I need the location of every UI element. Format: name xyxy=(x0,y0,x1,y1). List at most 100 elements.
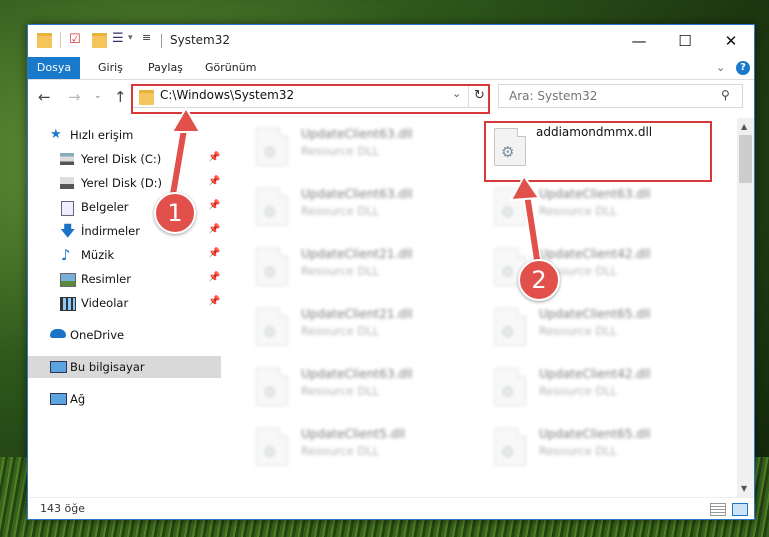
sidebar-item-label: Ağ xyxy=(70,392,86,406)
sidebar-item-pictures[interactable]: Resimler 📌 xyxy=(28,268,221,290)
back-arrow-icon[interactable]: ← xyxy=(38,88,51,106)
tab-file[interactable]: Dosya xyxy=(28,57,80,79)
close-button[interactable]: ✕ xyxy=(708,25,754,57)
file-name: UpdateClient63.dll xyxy=(539,187,651,201)
dll-file-icon: ⚙ xyxy=(494,308,526,346)
sidebar-item-label: Müzik xyxy=(81,248,115,262)
item-count: 143 öğe xyxy=(40,502,85,515)
sidebar-item-network[interactable]: Ağ xyxy=(28,388,221,410)
list-item[interactable]: ⚙ UpdateClient65.dll Resource DLL xyxy=(484,422,714,472)
up-arrow-icon[interactable]: ↑ xyxy=(114,88,127,106)
file-type: Resource DLL xyxy=(539,204,618,218)
pin-icon[interactable]: 📌 xyxy=(208,296,220,307)
gear-icon: ⚙ xyxy=(263,383,277,401)
address-highlight-box xyxy=(131,84,490,114)
file-type: Resource DLL xyxy=(539,384,618,398)
sidebar-item-quick-access[interactable]: ★ Hızlı erişim xyxy=(28,124,221,146)
list-item[interactable]: ⚙ UpdateClient42.dll Resource DLL xyxy=(484,362,714,412)
scroll-down-icon[interactable]: ▼ xyxy=(741,484,747,493)
file-highlight-box xyxy=(484,121,712,182)
customize-icon[interactable]: ☰ xyxy=(112,31,124,47)
separator xyxy=(60,32,61,48)
folder-icon[interactable] xyxy=(37,33,52,48)
pin-icon[interactable]: 📌 xyxy=(208,200,220,211)
maximize-button[interactable]: ☐ xyxy=(662,25,708,57)
file-type: Resource DLL xyxy=(301,144,380,158)
dll-file-icon: ⚙ xyxy=(256,128,288,166)
file-name: UpdateClient65.dll xyxy=(539,307,651,321)
pin-icon[interactable]: 📌 xyxy=(208,176,220,187)
status-bar: 143 öğe xyxy=(28,497,754,519)
search-box[interactable]: ⚲ xyxy=(498,84,743,108)
list-item[interactable]: ⚙ UpdateClient21.dll Resource DLL xyxy=(246,302,476,352)
sidebar-item-label: İndirmeler xyxy=(81,224,140,238)
list-item[interactable]: ⚙ UpdateClient63.dll Resource DLL xyxy=(246,122,476,172)
file-type: Resource DLL xyxy=(301,264,380,278)
ribbon: Dosya Giriş Paylaş Görünüm ⌄ ? xyxy=(28,57,754,80)
scroll-up-icon[interactable]: ▲ xyxy=(741,122,747,131)
gear-icon: ⚙ xyxy=(501,323,515,341)
navigation-pane: ★ Hızlı erişim Yerel Disk (C:) 📌 Yerel D… xyxy=(28,118,221,486)
step-1-badge: 1 xyxy=(154,192,196,234)
gear-icon: ⚙ xyxy=(263,323,277,341)
gear-icon: ⚙ xyxy=(263,143,277,161)
separator xyxy=(161,34,162,48)
chevron-down-icon[interactable]: ▾ xyxy=(128,33,133,49)
file-name: UpdateClient63.dll xyxy=(301,367,413,381)
properties-icon[interactable]: ☑ xyxy=(69,32,81,48)
computer-icon xyxy=(50,361,67,373)
sidebar-item-label: Videolar xyxy=(81,296,129,310)
search-icon[interactable]: ⚲ xyxy=(721,88,730,102)
tab-view[interactable]: Görünüm xyxy=(205,57,256,79)
tab-share[interactable]: Paylaş xyxy=(148,57,183,79)
gear-icon: ⚙ xyxy=(263,443,277,461)
sidebar-item-videos[interactable]: Videolar 📌 xyxy=(28,292,221,314)
film-icon xyxy=(60,297,76,311)
list-item[interactable]: ⚙ UpdateClient5.dll Resource DLL xyxy=(246,422,476,472)
sidebar-item-label: Bu bilgisayar xyxy=(70,360,145,374)
forward-arrow-icon[interactable]: → xyxy=(68,88,81,106)
sidebar-item-local-disk-d[interactable]: Yerel Disk (D:) 📌 xyxy=(28,172,221,194)
recent-locations-icon[interactable]: ⌄ xyxy=(94,91,102,101)
dll-file-icon: ⚙ xyxy=(494,428,526,466)
image-icon xyxy=(60,273,76,287)
sidebar-item-onedrive[interactable]: OneDrive xyxy=(28,324,221,346)
large-icons-view-icon[interactable] xyxy=(732,503,748,516)
sidebar-item-label: Yerel Disk (D:) xyxy=(81,176,163,190)
sidebar-item-this-pc[interactable]: Bu bilgisayar xyxy=(28,356,221,378)
drive-icon xyxy=(60,153,74,165)
cloud-icon xyxy=(50,329,66,338)
file-name: UpdateClient63.dll xyxy=(301,127,413,141)
details-view-icon[interactable] xyxy=(710,503,726,516)
download-icon: 🡇 xyxy=(60,222,76,240)
step-2-badge: 2 xyxy=(518,259,560,301)
dll-file-icon: ⚙ xyxy=(256,188,288,226)
chevron-down-icon[interactable]: ⌄ xyxy=(716,61,725,74)
sidebar-item-local-disk-c[interactable]: Yerel Disk (C:) 📌 xyxy=(28,148,221,170)
list-item[interactable]: ⚙ UpdateClient63.dll Resource DLL xyxy=(484,182,714,232)
sidebar-item-label: Hızlı erişim xyxy=(70,128,134,142)
file-type: Resource DLL xyxy=(301,204,380,218)
dll-file-icon: ⚙ xyxy=(256,248,288,286)
pin-icon[interactable]: 📌 xyxy=(208,272,220,283)
gear-icon: ⚙ xyxy=(501,443,515,461)
pin-icon[interactable]: 📌 xyxy=(208,152,220,163)
new-folder-icon[interactable] xyxy=(92,33,107,48)
vertical-scrollbar[interactable]: ▲ ▼ xyxy=(737,118,754,497)
scrollbar-thumb[interactable] xyxy=(739,135,752,183)
list-item[interactable]: ⚙ UpdateClient21.dll Resource DLL xyxy=(246,242,476,292)
minimize-button[interactable]: — xyxy=(616,25,662,57)
search-input[interactable] xyxy=(507,88,711,104)
sidebar-item-label: OneDrive xyxy=(70,328,125,342)
sidebar-item-music[interactable]: ♪ Müzik 📌 xyxy=(28,244,221,266)
list-item[interactable]: ⚙ UpdateClient65.dll Resource DLL xyxy=(484,302,714,352)
pin-icon[interactable]: 📌 xyxy=(208,248,220,259)
quick-access-menu-icon[interactable]: ≡ xyxy=(142,31,151,47)
pin-icon[interactable]: 📌 xyxy=(208,224,220,235)
help-icon[interactable]: ? xyxy=(736,61,750,75)
list-item[interactable]: ⚙ UpdateClient63.dll Resource DLL xyxy=(246,182,476,232)
tab-home[interactable]: Giriş xyxy=(98,57,123,79)
file-name: UpdateClient63.dll xyxy=(301,187,413,201)
list-item[interactable]: ⚙ UpdateClient63.dll Resource DLL xyxy=(246,362,476,412)
gear-icon: ⚙ xyxy=(263,263,277,281)
